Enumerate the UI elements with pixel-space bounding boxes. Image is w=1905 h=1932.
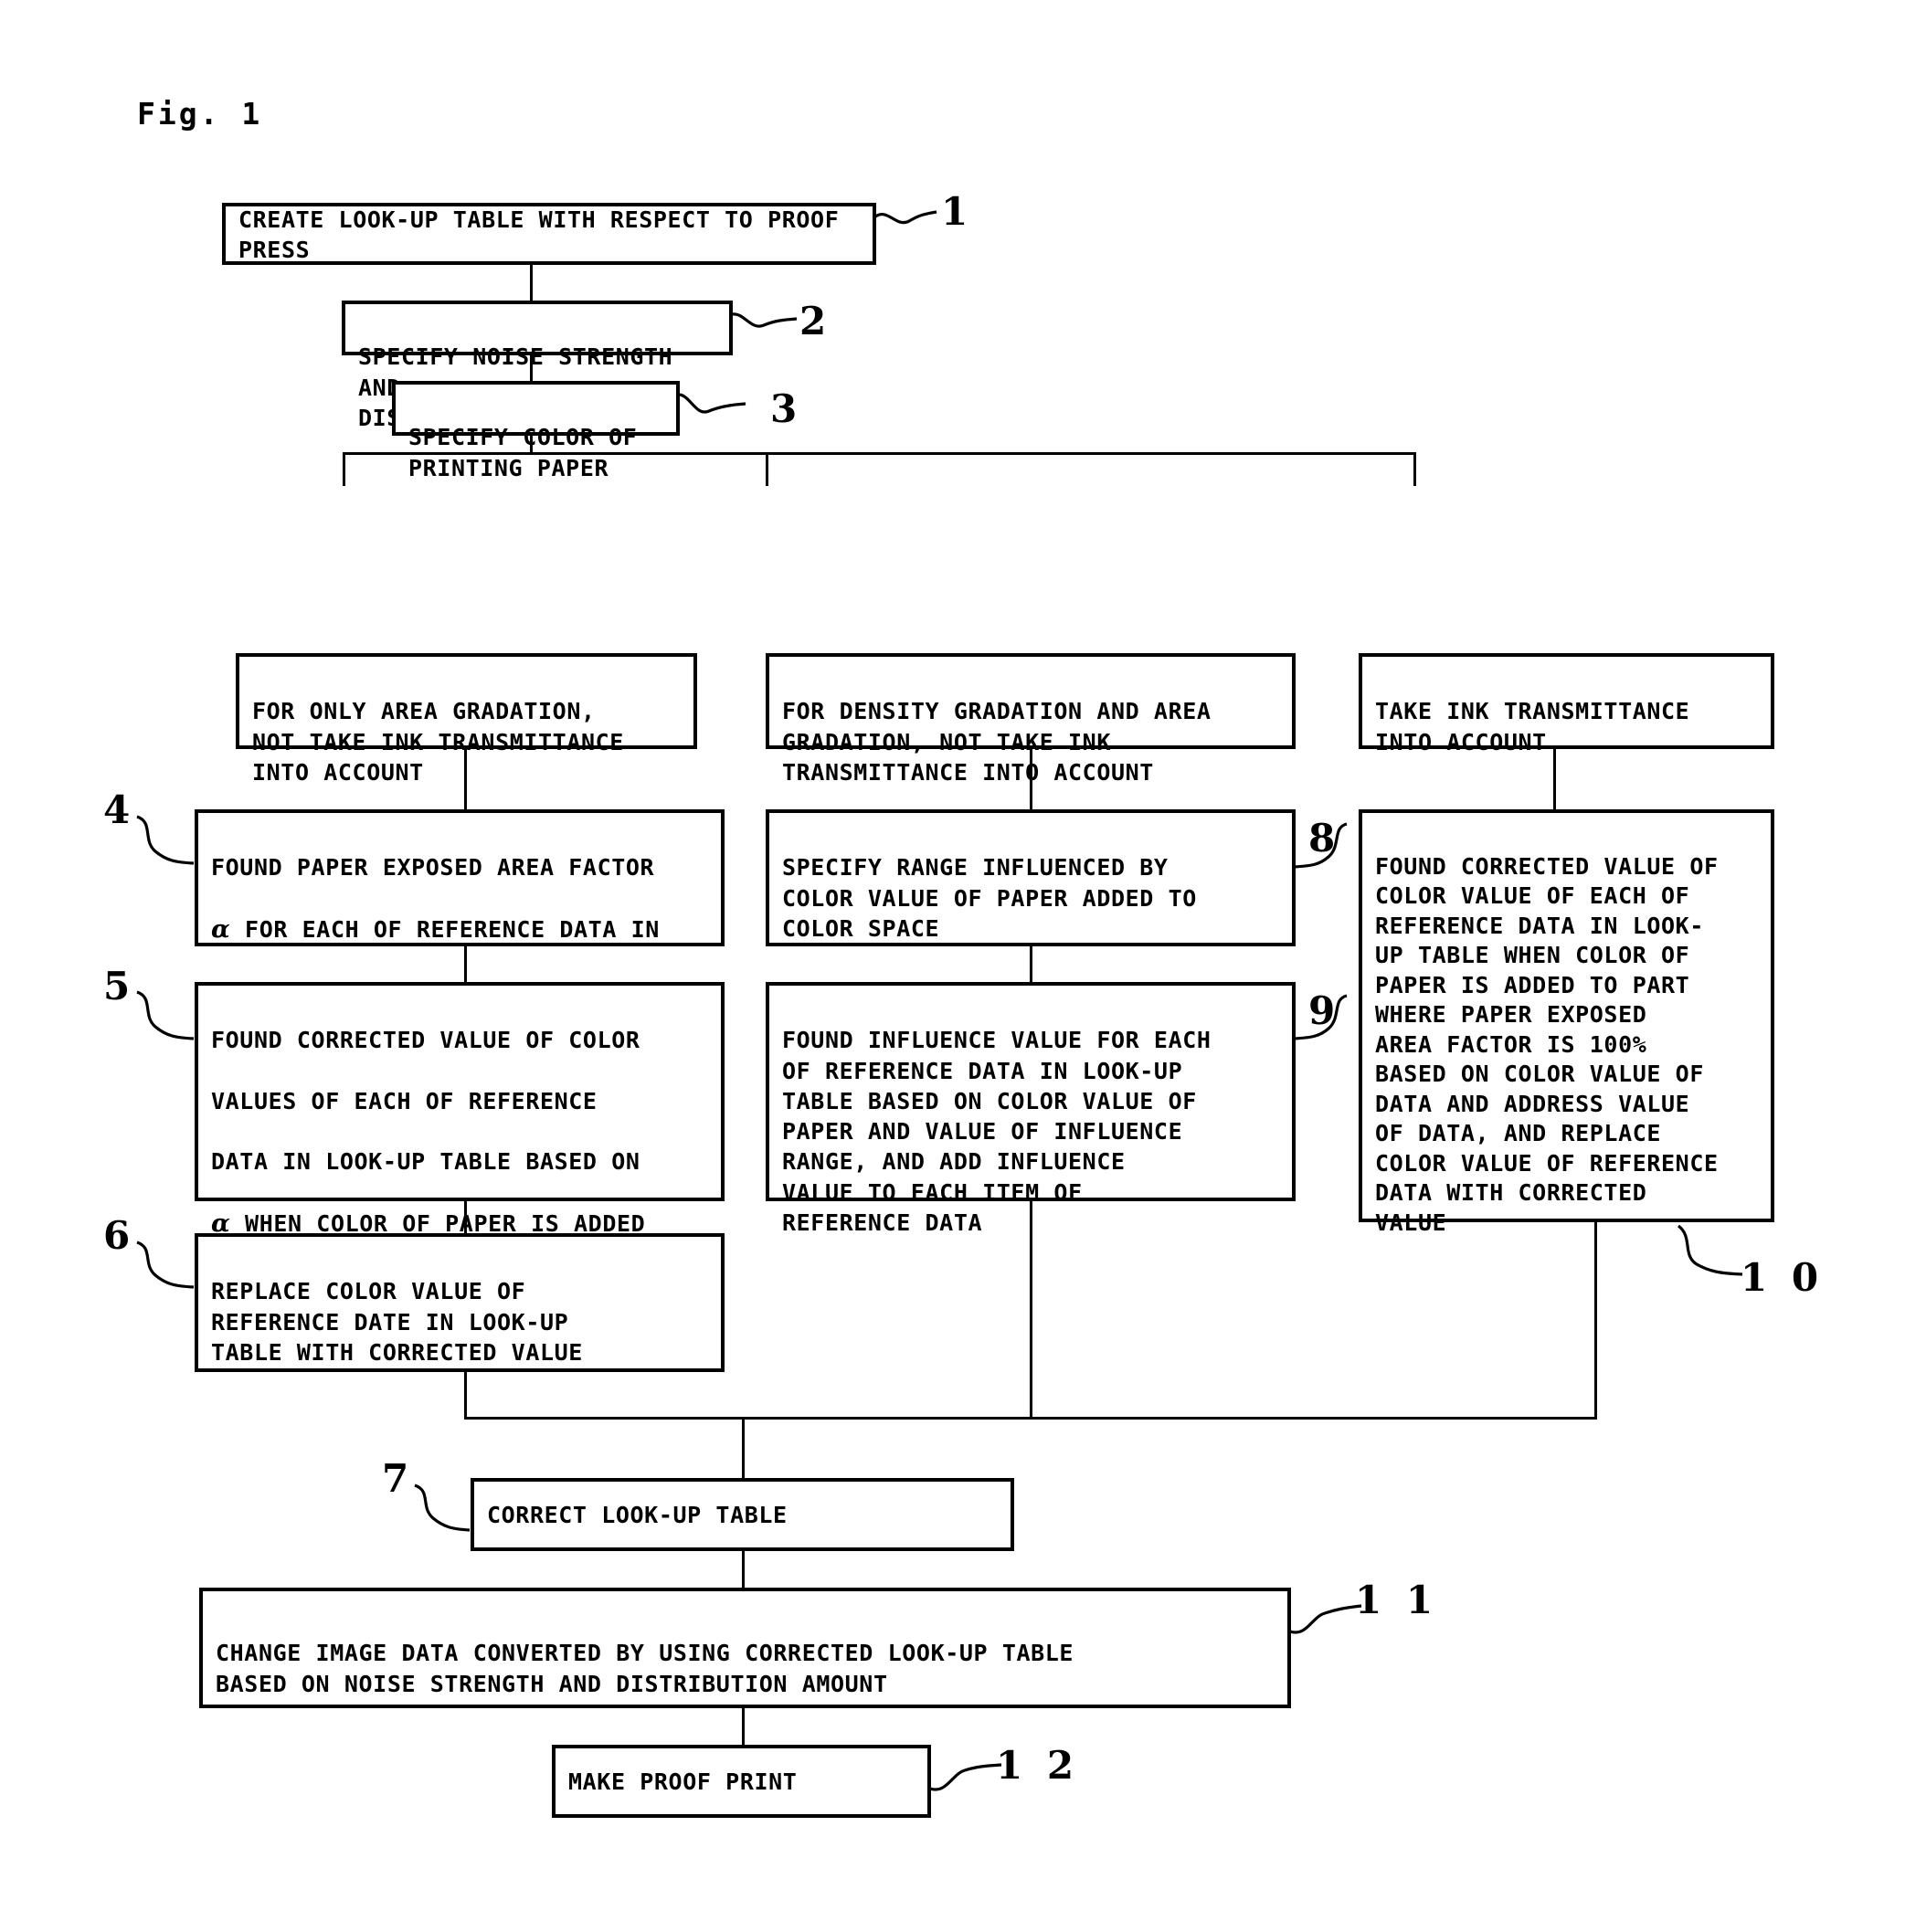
flow-box-make-proof-print: MAKE PROOF PRINT	[552, 1745, 931, 1818]
ref-number-6: 6	[103, 1213, 136, 1258]
flow-box-correct-lut: CORRECT LOOK-UP TABLE	[471, 1478, 1014, 1551]
flow-box-branch-area-gradation: FOR ONLY AREA GRADATION, NOT TAKE INK TR…	[236, 653, 697, 786]
flow-box-correct-lut-text: CORRECT LOOK-UP TABLE	[487, 1502, 788, 1529]
leader-line-6	[136, 1240, 195, 1289]
figure-label: Fig. 1	[137, 96, 263, 132]
flow-box-branch-area-gradation-text: FOR ONLY AREA GRADATION, NOT TAKE INK TR…	[252, 698, 624, 786]
leader-line-5	[136, 990, 195, 1040]
flow-box-change-image-data-text: CHANGE IMAGE DATA CONVERTED BY USING COR…	[216, 1640, 1074, 1697]
flow-box-found-corrected-with-transmittance-text: FOUND CORRECTED VALUE OF COLOR VALUE OF …	[1375, 852, 1719, 1236]
connector-9-merge	[1030, 1201, 1032, 1417]
leader-line-4	[136, 815, 195, 865]
flow-box-found-corrected-color-line1: FOUND CORRECTED VALUE OF COLOR	[211, 1027, 640, 1054]
connector-branchR-10	[1553, 749, 1556, 810]
flow-box-make-proof-print-text: MAKE PROOF PRINT	[568, 1768, 798, 1796]
leader-line-1	[873, 210, 937, 225]
branch-drop-right	[1413, 452, 1416, 486]
branch-drop-left	[343, 452, 345, 486]
ref-number-10: 1 0	[1741, 1255, 1825, 1300]
flow-box-found-area-factor-line2: FOR EACH OF REFERENCE DATA IN	[230, 915, 660, 943]
ref-number-2: 2	[799, 299, 832, 343]
leader-line-2	[732, 312, 798, 328]
ref-number-11: 1 1	[1355, 1578, 1439, 1622]
leader-line-7	[414, 1483, 471, 1532]
leader-line-3	[679, 393, 746, 414]
flow-box-found-corrected-color-line2: VALUES OF EACH OF REFERENCE	[211, 1087, 598, 1114]
flow-box-specify-noise: SPECIFY NOISE STRENGTH AND DISTRIBUTION …	[342, 301, 733, 431]
flow-box-found-area-factor: FOUND PAPER EXPOSED AREA FACTOR α FOR EA…	[195, 809, 725, 1005]
alpha-symbol: α	[211, 914, 231, 944]
connector-3-bus	[530, 436, 533, 452]
connector-11-12	[742, 1708, 745, 1745]
ref-number-5: 5	[103, 964, 136, 1008]
ref-number-3: 3	[770, 386, 803, 431]
ref-number-1: 1	[941, 189, 974, 234]
flow-box-found-influence-value-text: FOUND INFLUENCE VALUE FOR EACH OF REFERE…	[782, 1027, 1212, 1236]
connector-branchL-4	[464, 749, 467, 810]
flow-box-branch-ink-transmittance-text: TAKE INK TRANSMITTANCE INTO ACCOUNT	[1375, 698, 1690, 755]
connector-merge-7	[742, 1417, 745, 1478]
connector-branchM-8	[1030, 749, 1032, 810]
ref-number-8: 8	[1308, 816, 1341, 860]
branch-drop-middle	[766, 452, 768, 486]
flow-box-found-influence-value: FOUND INFLUENCE VALUE FOR EACH OF REFERE…	[766, 982, 1296, 1236]
flow-box-found-area-factor-line1: FOUND PAPER EXPOSED AREA FACTOR	[211, 854, 655, 882]
branch-bus-horizontal	[343, 452, 1416, 455]
ref-number-7: 7	[382, 1456, 415, 1501]
connector-2-3	[530, 355, 533, 382]
flow-box-create-lut-text: CREATE LOOK-UP TABLE WITH RESPECT TO PRO…	[238, 206, 840, 263]
flow-box-found-corrected-with-transmittance: FOUND CORRECTED VALUE OF COLOR VALUE OF …	[1359, 809, 1774, 1236]
merge-bus-horizontal	[464, 1417, 1597, 1420]
connector-6-merge	[464, 1372, 467, 1417]
connector-4-5	[464, 946, 467, 982]
ref-number-4: 4	[103, 787, 136, 832]
ref-number-12: 1 2	[996, 1743, 1080, 1788]
connector-10-merge	[1594, 1222, 1597, 1417]
flow-box-change-image-data: CHANGE IMAGE DATA CONVERTED BY USING COR…	[199, 1588, 1291, 1708]
connector-1-2	[530, 265, 533, 301]
flow-box-create-lut: CREATE LOOK-UP TABLE WITH RESPECT TO PRO…	[222, 203, 876, 265]
flow-box-specify-influence-range-text: SPECIFY RANGE INFLUENCED BY COLOR VALUE …	[782, 854, 1197, 942]
flow-box-found-corrected-color: FOUND CORRECTED VALUE OF COLOR VALUES OF…	[195, 982, 725, 1359]
ref-number-9: 9	[1308, 988, 1341, 1033]
flow-box-specify-influence-range: SPECIFY RANGE INFLUENCED BY COLOR VALUE …	[766, 809, 1296, 946]
flow-box-branch-density-area: FOR DENSITY GRADATION AND AREA GRADATION…	[766, 653, 1296, 786]
connector-8-9	[1030, 946, 1032, 982]
flow-box-specify-paper-color: SPECIFY COLOR OF PRINTING PAPER	[392, 381, 680, 481]
flow-box-replace-color-value: REPLACE COLOR VALUE OF REFERENCE DATE IN…	[195, 1233, 725, 1372]
connector-5-6	[464, 1201, 467, 1233]
flow-box-branch-ink-transmittance: TAKE INK TRANSMITTANCE INTO ACCOUNT	[1359, 653, 1774, 755]
flow-box-branch-density-area-text: FOR DENSITY GRADATION AND AREA GRADATION…	[782, 698, 1212, 786]
connector-7-11	[742, 1551, 745, 1588]
flow-box-replace-color-value-text: REPLACE COLOR VALUE OF REFERENCE DATE IN…	[211, 1278, 583, 1366]
flow-box-found-corrected-color-line3: DATA IN LOOK-UP TABLE BASED ON	[211, 1148, 640, 1176]
